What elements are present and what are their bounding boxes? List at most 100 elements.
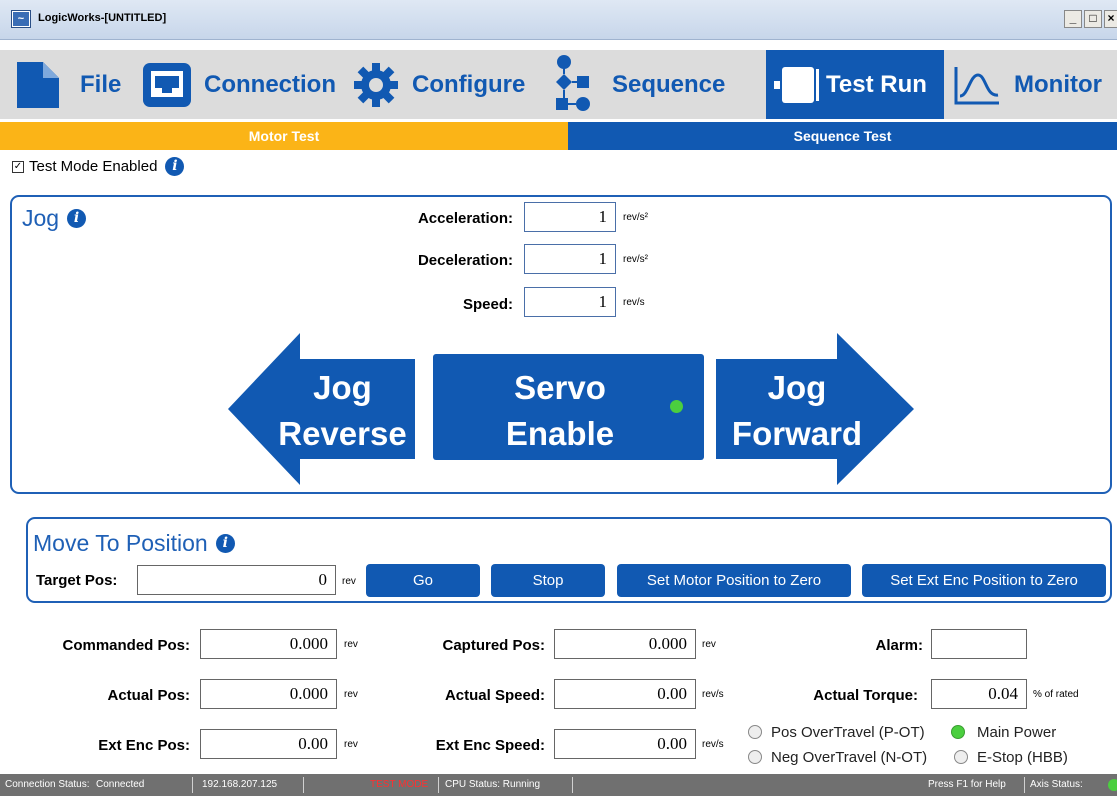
actual-speed-value: 0.00	[554, 679, 696, 709]
minimize-button[interactable]: _	[1064, 10, 1082, 28]
move-to-position-title: Move To Position	[33, 530, 208, 556]
tab-configure[interactable]: Configure	[352, 50, 542, 119]
tab-configure-label: Configure	[412, 70, 526, 98]
info-icon[interactable]: i	[165, 157, 185, 176]
target-pos-label: Target Pos:	[36, 572, 118, 589]
status-divider	[192, 777, 193, 793]
jog-forward-button[interactable]	[716, 333, 914, 485]
stop-button[interactable]: Stop	[491, 564, 605, 597]
axis-status-label: Axis Status:	[1030, 779, 1083, 790]
tab-monitor[interactable]: Monitor	[952, 50, 1117, 119]
deceleration-label: Deceleration:	[417, 252, 513, 269]
main-power-label: Main Power	[977, 724, 1057, 741]
axis-status-indicator	[1108, 779, 1117, 791]
pos-overtravel-indicator	[748, 725, 762, 739]
logicworks-window: ~ LogicWorks-[UNTITLED] _ □ × File Conne…	[0, 0, 1117, 796]
main-power-indicator	[951, 725, 965, 739]
motor-icon	[774, 66, 819, 103]
info-icon[interactable]: i	[67, 209, 87, 228]
jog-forward-line1: Jog	[767, 369, 827, 406]
actual-pos-value: 0.000	[200, 679, 337, 709]
main-toolbar: File Connection Configure Sequence Test …	[0, 50, 1117, 119]
acceleration-input[interactable]: 1	[524, 202, 616, 232]
actual-pos-unit: rev	[344, 689, 358, 700]
jog-forward-line2: Forward	[731, 415, 863, 452]
test-mode-label: Test Mode Enabled	[29, 158, 158, 175]
gear-icon	[354, 62, 398, 107]
jog-reverse-button[interactable]	[228, 333, 418, 485]
ext-enc-pos-unit: rev	[344, 739, 358, 750]
actual-pos-label: Actual Pos:	[107, 687, 190, 704]
tab-sequence-test[interactable]: Sequence Test	[568, 122, 1117, 150]
alarm-label: Alarm:	[875, 637, 923, 654]
actual-torque-value: 0.04	[931, 679, 1027, 709]
maximize-button[interactable]: □	[1084, 10, 1102, 28]
info-icon[interactable]: i	[215, 534, 235, 553]
speed-unit: rev/s	[623, 297, 645, 308]
servo-enable-indicator	[670, 400, 683, 413]
status-divider	[1024, 777, 1025, 793]
move-title-row: Move To Position i	[33, 530, 235, 557]
neg-overtravel-label: Neg OverTravel (N-OT)	[771, 749, 928, 766]
set-ext-enc-position-zero-button[interactable]: Set Ext Enc Position to Zero	[862, 564, 1106, 597]
actual-speed-unit: rev/s	[702, 689, 724, 700]
status-divider	[572, 777, 573, 793]
help-hint: Press F1 for Help	[928, 779, 1006, 790]
actual-torque-label: Actual Torque:	[813, 687, 918, 704]
sequence-flow-icon	[556, 54, 590, 111]
ext-enc-speed-label: Ext Enc Speed:	[435, 737, 545, 754]
acceleration-unit: rev/s²	[623, 212, 648, 223]
file-icon	[17, 61, 59, 108]
actual-torque-unit: % of rated	[1033, 689, 1079, 700]
commanded-pos-value: 0.000	[200, 629, 337, 659]
tab-motor-test[interactable]: Motor Test	[0, 122, 568, 150]
speed-label: Speed:	[462, 296, 513, 313]
tab-test-run-label: Test Run	[826, 70, 927, 98]
close-button[interactable]: ×	[1104, 10, 1117, 28]
tab-sequence-label: Sequence	[612, 70, 726, 98]
target-pos-input[interactable]: 0	[137, 565, 336, 595]
pos-overtravel-label: Pos OverTravel (P-OT)	[771, 724, 925, 741]
speed-input[interactable]: 1	[524, 287, 616, 317]
neg-overtravel-indicator	[748, 750, 762, 764]
test-mode-status: TEST MODE	[370, 779, 429, 790]
title-bar: ~ LogicWorks-[UNTITLED] _ □ ×	[0, 0, 1117, 40]
tab-connection[interactable]: Connection	[140, 50, 343, 119]
jog-reverse-line2: Reverse	[278, 415, 407, 452]
jog-title-row: Jog i	[22, 205, 87, 232]
tab-sequence[interactable]: Sequence	[552, 50, 742, 119]
captured-pos-value: 0.000	[554, 629, 696, 659]
tab-file-label: File	[80, 70, 122, 98]
actual-speed-label: Actual Speed:	[444, 687, 545, 704]
commanded-pos-unit: rev	[344, 639, 358, 650]
tab-connection-label: Connection	[204, 70, 336, 98]
connection-status-label: Connection Status:	[5, 779, 90, 790]
test-mode-row: ✓ Test Mode Enabled i	[12, 157, 185, 176]
tab-monitor-label: Monitor	[1014, 70, 1102, 98]
connection-status-value: Connected	[96, 779, 145, 790]
app-logo-icon: ~	[12, 11, 30, 27]
window-title: LogicWorks-[UNTITLED]	[38, 12, 167, 24]
alarm-value	[931, 629, 1027, 659]
ip-address: 192.168.207.125	[202, 779, 278, 790]
servo-enable-line1: Servo	[514, 369, 606, 406]
status-bar: Connection Status: Connected 192.168.207…	[0, 774, 1117, 796]
tab-file[interactable]: File	[12, 50, 130, 119]
ethernet-port-icon	[143, 62, 191, 107]
waveform-icon	[954, 66, 999, 104]
target-pos-unit: rev	[342, 576, 356, 587]
cpu-status: CPU Status: Running	[445, 779, 541, 790]
ext-enc-speed-unit: rev/s	[702, 739, 724, 750]
subtab-bar: Motor Test Sequence Test	[0, 122, 1117, 150]
deceleration-input[interactable]: 1	[524, 244, 616, 274]
tab-test-run[interactable]: Test Run	[766, 50, 944, 119]
set-motor-position-zero-button[interactable]: Set Motor Position to Zero	[617, 564, 851, 597]
go-button[interactable]: Go	[366, 564, 480, 597]
test-mode-checkbox[interactable]: ✓	[12, 160, 24, 173]
ext-enc-pos-label: Ext Enc Pos:	[98, 737, 190, 754]
acceleration-label: Acceleration:	[417, 210, 513, 227]
ext-enc-pos-value: 0.00	[200, 729, 337, 759]
captured-pos-label: Captured Pos:	[442, 637, 545, 654]
captured-pos-unit: rev	[702, 639, 716, 650]
estop-label: E-Stop (HBB)	[977, 749, 1068, 766]
